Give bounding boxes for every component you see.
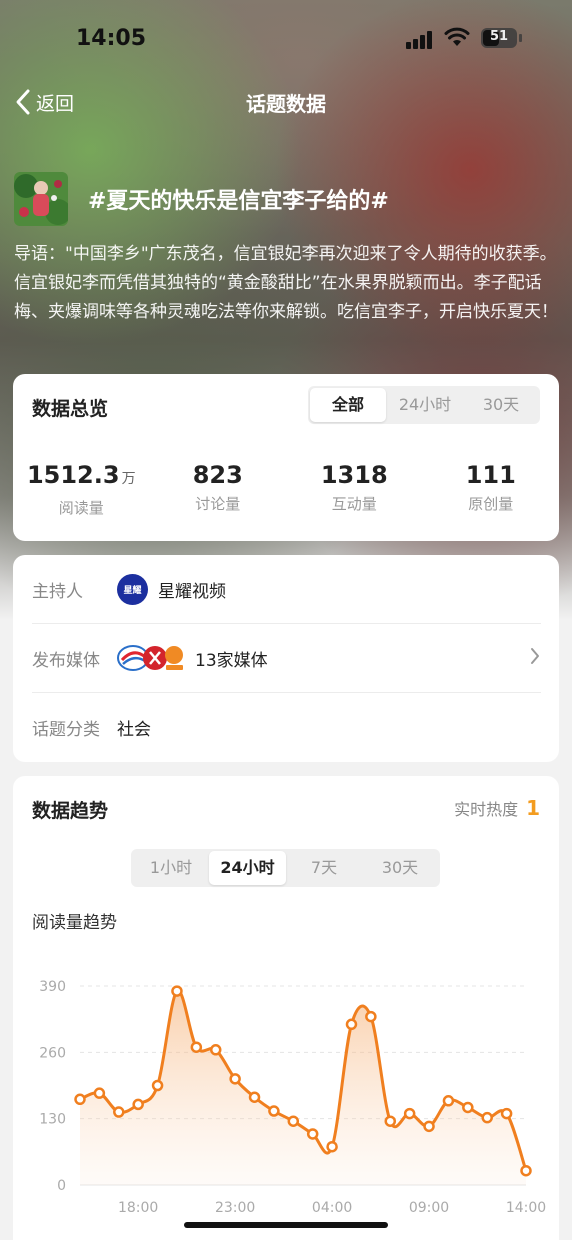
stat-unit: 万 — [121, 471, 136, 487]
stat-label: 阅读量 — [58, 499, 104, 517]
overview-card: 数据总览 全部 24小时 30天 1512.3 万 阅读量 823 讨论量 131… — [13, 374, 559, 541]
battery-tip — [519, 34, 522, 42]
chevron-right-icon — [531, 648, 539, 664]
media-row[interactable]: 发布媒体 13家媒体 — [32, 624, 541, 693]
category-value: 社会 — [117, 720, 151, 740]
trend-card: 数据趋势 实时热度 1 1小时 24小时 7天 30天 阅读量趋势 0 130 26… — [13, 776, 559, 1240]
media-count: 13家媒体 — [195, 650, 268, 671]
cellular-signal-icon — [406, 31, 434, 49]
data-point — [74, 1093, 86, 1106]
tab-all[interactable]: 全部 — [310, 388, 386, 422]
host-label: 主持人 — [32, 581, 83, 602]
data-point — [229, 1073, 241, 1085]
stat-label: 讨论量 — [195, 495, 241, 513]
data-point — [423, 1120, 435, 1133]
data-point — [268, 1105, 280, 1117]
data-point — [481, 1111, 493, 1124]
data-point — [326, 1140, 338, 1153]
overview-title: 数据总览 — [32, 398, 109, 420]
overview-stats: 1512.3 万 阅读量 823 讨论量 1318 互动量 111 原创量 — [13, 460, 559, 520]
stat-interactions: 1318 互动量 — [286, 460, 423, 520]
status-bar: 14:05 51 — [0, 0, 572, 76]
status-time: 14:05 — [76, 26, 147, 51]
data-point — [442, 1095, 455, 1107]
info-card: 主持人 星耀 星耀视频 发布媒体 13家媒体 话题分类 社会 — [13, 555, 559, 762]
y-tick-label: 390 — [39, 979, 66, 995]
stat-value: 111 — [465, 461, 516, 489]
tab-30d[interactable]: 30天 — [464, 388, 538, 422]
x-tick-label: 09:00 — [409, 1200, 449, 1216]
overview-range-tabs: 全部 24小时 30天 — [308, 386, 540, 424]
x-tick-label: 14:00 — [506, 1200, 546, 1216]
data-point — [462, 1101, 474, 1114]
data-point — [113, 1106, 125, 1118]
topic-header: #夏天的快乐是信宜李子给的# — [14, 172, 558, 226]
host-row: 主持人 星耀 星耀视频 — [32, 555, 541, 624]
series-area — [80, 990, 526, 1185]
data-point — [151, 1079, 164, 1092]
data-point — [171, 985, 183, 997]
data-point — [345, 1018, 358, 1031]
category-row: 话题分类 社会 — [32, 693, 541, 762]
y-tick-label: 260 — [39, 1045, 66, 1061]
host-name[interactable]: 星耀视频 — [158, 577, 226, 602]
data-point — [93, 1087, 106, 1099]
data-point — [287, 1115, 300, 1127]
category-label: 话题分类 — [32, 720, 100, 740]
topic-intro: 导语："中国李乡"广东茂名，信宜银妃李再次迎来了令人期待的收获季。信宜银妃李而凭… — [14, 244, 558, 322]
stat-label: 原创量 — [468, 495, 514, 513]
stat-value: 1512.3 万 — [26, 461, 136, 489]
tab-24h[interactable]: 24小时 — [386, 388, 464, 422]
page-title: 话题数据 — [246, 92, 326, 116]
stat-reads: 1512.3 万 阅读量 — [13, 460, 150, 520]
battery-icon: 51 — [481, 28, 517, 48]
media-label: 发布媒体 — [32, 650, 100, 671]
navigation-bar: 返回 话题数据 — [0, 80, 572, 124]
data-point — [403, 1107, 416, 1120]
data-point — [190, 1041, 203, 1053]
stat-value: 1318 — [320, 461, 388, 489]
data-point — [500, 1107, 513, 1120]
topic-cover-image — [14, 172, 68, 226]
y-tick-label: 130 — [39, 1112, 66, 1128]
data-point — [384, 1115, 397, 1127]
stat-discussions: 823 讨论量 — [150, 460, 287, 520]
data-point — [132, 1098, 144, 1111]
data-point — [248, 1091, 261, 1103]
host-logo: 星耀 — [117, 573, 148, 605]
battery-percent: 51 — [489, 29, 509, 44]
x-tick-label: 04:00 — [312, 1200, 352, 1216]
topic-title: #夏天的快乐是信宜李子给的# — [88, 189, 389, 214]
x-tick-label: 18:00 — [118, 1200, 158, 1216]
stat-label: 互动量 — [331, 495, 377, 513]
x-tick-label: 23:00 — [215, 1200, 255, 1216]
data-point — [209, 1044, 222, 1056]
read-trend-chart: 0 130 260 390 18:00 23:00 04:00 09:00 14:00 — [39, 979, 546, 1216]
stat-value: 823 — [192, 461, 243, 489]
media-logos — [117, 640, 185, 676]
y-tick-label: 0 — [57, 1178, 66, 1194]
data-point — [520, 1164, 532, 1177]
data-point — [306, 1128, 319, 1140]
wifi-icon — [444, 27, 470, 46]
data-point — [365, 1010, 377, 1023]
stat-originals: 111 原创量 — [423, 460, 560, 520]
home-indicator — [184, 1222, 388, 1228]
